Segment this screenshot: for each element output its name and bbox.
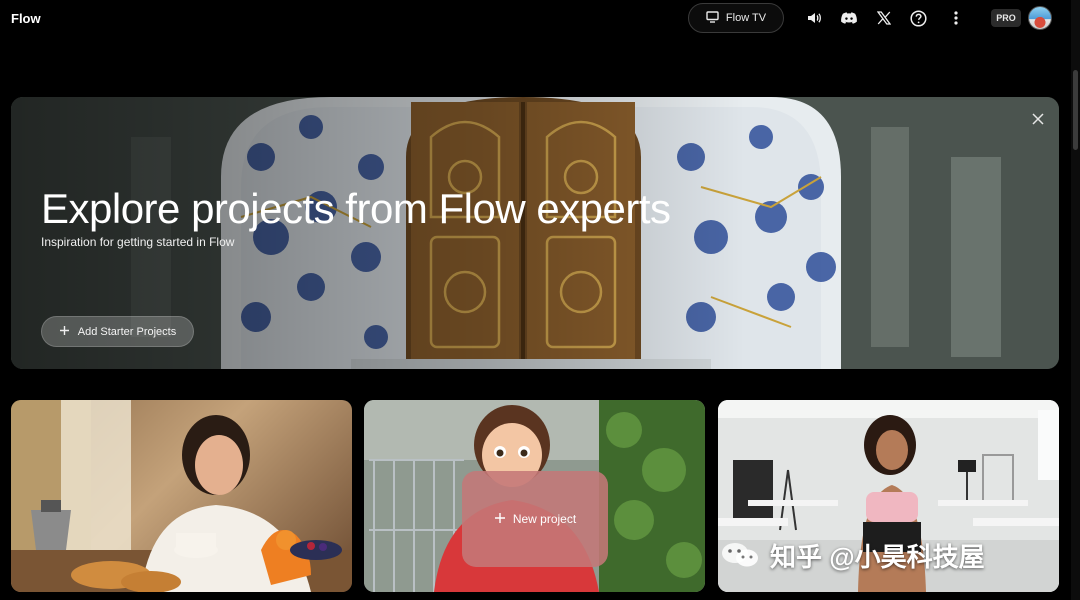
x-logo-icon[interactable] [875,9,893,27]
project-thumbnail [11,400,352,592]
banner-title: Explore projects from Flow experts [41,185,671,232]
add-starter-projects-label: Add Starter Projects [77,325,177,338]
discord-icon[interactable] [840,9,858,27]
plus-icon [494,512,506,527]
project-card-breakfast[interactable] [11,400,352,592]
new-project-button[interactable]: New project [462,471,608,567]
avatar[interactable] [1028,6,1052,30]
banner-subtitle: Inspiration for getting started in Flow [41,235,235,249]
plus-icon [59,325,70,339]
scrollbar-thumb[interactable] [1073,70,1078,150]
help-icon[interactable] [909,9,927,27]
wechat-icon [720,540,760,570]
more-vertical-icon[interactable] [947,9,965,27]
flow-tv-button[interactable]: Flow TV [688,3,784,33]
pro-badge: PRO [991,9,1021,27]
volume-icon[interactable] [805,9,823,27]
explore-banner: Explore projects from Flow experts Inspi… [11,97,1059,369]
watermark-text: 知乎 @小昊科技屋 [770,541,985,572]
top-bar: Flow Flow TV PRO [0,0,1080,36]
add-starter-projects-button[interactable]: Add Starter Projects [41,316,194,347]
watermark: 知乎 @小昊科技屋 [720,532,1060,578]
app-title[interactable]: Flow [11,11,41,26]
flow-tv-label: Flow TV [725,12,767,24]
new-project-label: New project [512,512,577,526]
tv-icon [706,10,719,26]
close-icon[interactable] [1030,111,1046,127]
